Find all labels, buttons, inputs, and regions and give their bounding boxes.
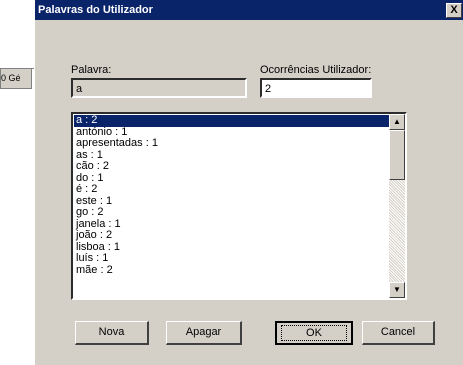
list-item[interactable]: lisboa : 1 [74,241,389,254]
delete-button[interactable]: Apagar [166,321,242,345]
words-listbox[interactable]: a : 2 antónio : 1 apresentadas : 1 as : 1 cã… [71,112,407,300]
list-item[interactable]: a : 2 [74,114,389,127]
ok-button[interactable]: OK [275,321,353,345]
list-item[interactable]: as : 1 [74,149,389,162]
close-icon: X [450,4,458,16]
scroll-down-button[interactable]: ▼ [389,282,405,298]
word-field: a [71,78,247,98]
dialog-titlebar[interactable]: Palavras do Utilizador X [35,0,463,20]
list-item[interactable]: janela : 1 [74,218,389,231]
list-item[interactable]: do : 1 [74,172,389,185]
arrow-down-icon: ▼ [393,285,401,294]
list-item[interactable]: este : 1 [74,195,389,208]
ok-button-label: OK [281,325,347,341]
words-list: a : 2 antónio : 1 apresentadas : 1 as : 1 cã… [74,114,389,277]
cancel-button[interactable]: Cancel [362,321,435,345]
new-button[interactable]: Nova [75,321,149,345]
occurrences-input[interactable]: 2 [260,78,372,98]
list-item[interactable]: joão : 2 [74,229,389,242]
arrow-up-icon: ▲ [393,117,401,126]
list-item[interactable]: go : 2 [74,206,389,219]
list-item[interactable]: cão : 2 [74,160,389,173]
vertical-scrollbar[interactable]: ▲ ▼ [389,114,405,298]
close-button[interactable]: X [446,3,462,18]
user-words-dialog: Palavras do Utilizador X Palavra: a Ocor… [34,0,463,365]
scrollbar-thumb[interactable] [389,130,405,180]
word-label: Palavra: [71,64,112,76]
background-tab[interactable]: 0 Gé [0,68,32,89]
scroll-up-button[interactable]: ▲ [389,114,405,130]
list-item[interactable]: luís : 1 [74,252,389,265]
list-item[interactable]: é : 2 [74,183,389,196]
occurrences-label: Ocorrências Utilizador: [260,64,372,76]
list-item[interactable]: mãe : 2 [74,264,389,277]
list-item[interactable]: apresentadas : 1 [74,137,389,150]
dialog-title: Palavras do Utilizador [38,4,153,16]
